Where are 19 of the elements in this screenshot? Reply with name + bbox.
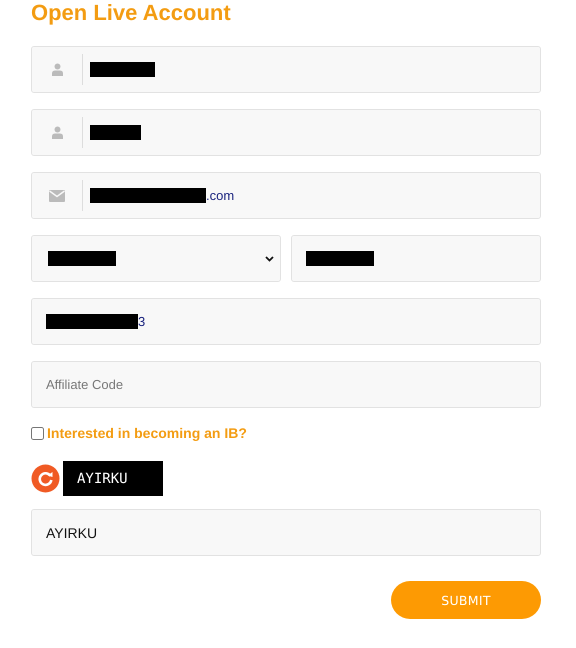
- text-field[interactable]: 3: [31, 298, 541, 345]
- chevron-down-icon: [265, 256, 274, 262]
- select-field[interactable]: [31, 235, 281, 282]
- ib-checkbox[interactable]: [31, 426, 44, 440]
- person-icon: [52, 126, 62, 139]
- refresh-icon[interactable]: [31, 464, 60, 493]
- text-field[interactable]: .com: [31, 172, 541, 219]
- form-title: Open Live Account: [31, 0, 232, 26]
- field-value: .com: [206, 188, 234, 203]
- field-value: 3: [138, 314, 146, 329]
- text-field[interactable]: Affiliate Code: [31, 361, 541, 408]
- envelope-icon: [49, 190, 65, 202]
- field-placeholder: Affiliate Code: [46, 377, 124, 392]
- person-icon: [52, 63, 62, 76]
- text-field[interactable]: [31, 109, 541, 156]
- captcha-input[interactable]: AYIRKU: [31, 509, 541, 556]
- captcha-image: AYIRKU: [63, 461, 163, 496]
- text-field[interactable]: [291, 235, 541, 282]
- text-field[interactable]: [31, 46, 541, 93]
